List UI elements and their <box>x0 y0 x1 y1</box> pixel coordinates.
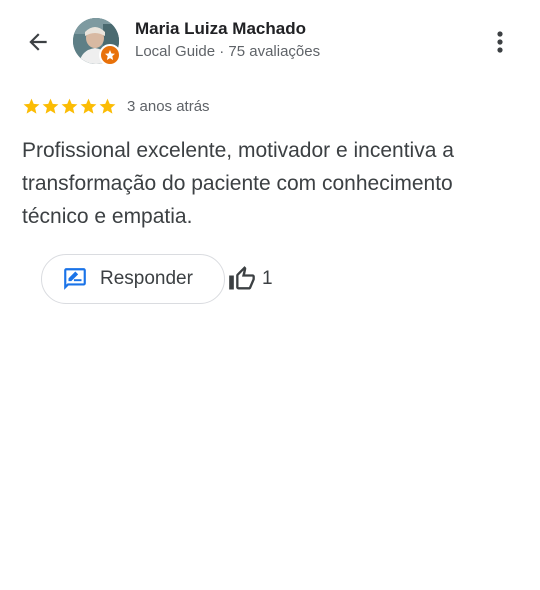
review-time: 3 anos atrás <box>127 97 210 115</box>
star-icon <box>42 98 59 114</box>
review-text: Profissional excelente, motivador e ince… <box>22 139 454 228</box>
arrow-back-icon <box>29 33 47 51</box>
star-icon <box>61 98 78 114</box>
star-icon <box>99 98 116 114</box>
reply-label: Responder <box>100 268 193 289</box>
rate-review-icon <box>62 266 88 292</box>
star-icon <box>80 98 97 114</box>
rating-row: 3 anos atrás <box>22 96 210 116</box>
star-icon <box>23 98 40 114</box>
local-guide-badge <box>99 44 121 66</box>
reviewer-avatar[interactable] <box>73 18 121 66</box>
reviewer-name[interactable]: Maria Luiza Machado <box>135 19 306 39</box>
like-button[interactable]: 1 <box>228 264 273 294</box>
like-count: 1 <box>262 268 273 289</box>
reviewer-subtitle: Local Guide · 75 avaliações <box>135 43 321 60</box>
more-vert-icon <box>497 31 503 53</box>
local-guide-star-icon <box>105 50 115 60</box>
more-options-button[interactable] <box>486 24 514 60</box>
star-rating <box>22 97 117 116</box>
review-header: Maria Luiza Machado Local Guide · 75 ava… <box>0 0 540 86</box>
thumb-up-outline-icon <box>229 266 255 290</box>
back-button[interactable] <box>22 26 54 58</box>
reply-button[interactable]: Responder <box>41 254 225 304</box>
